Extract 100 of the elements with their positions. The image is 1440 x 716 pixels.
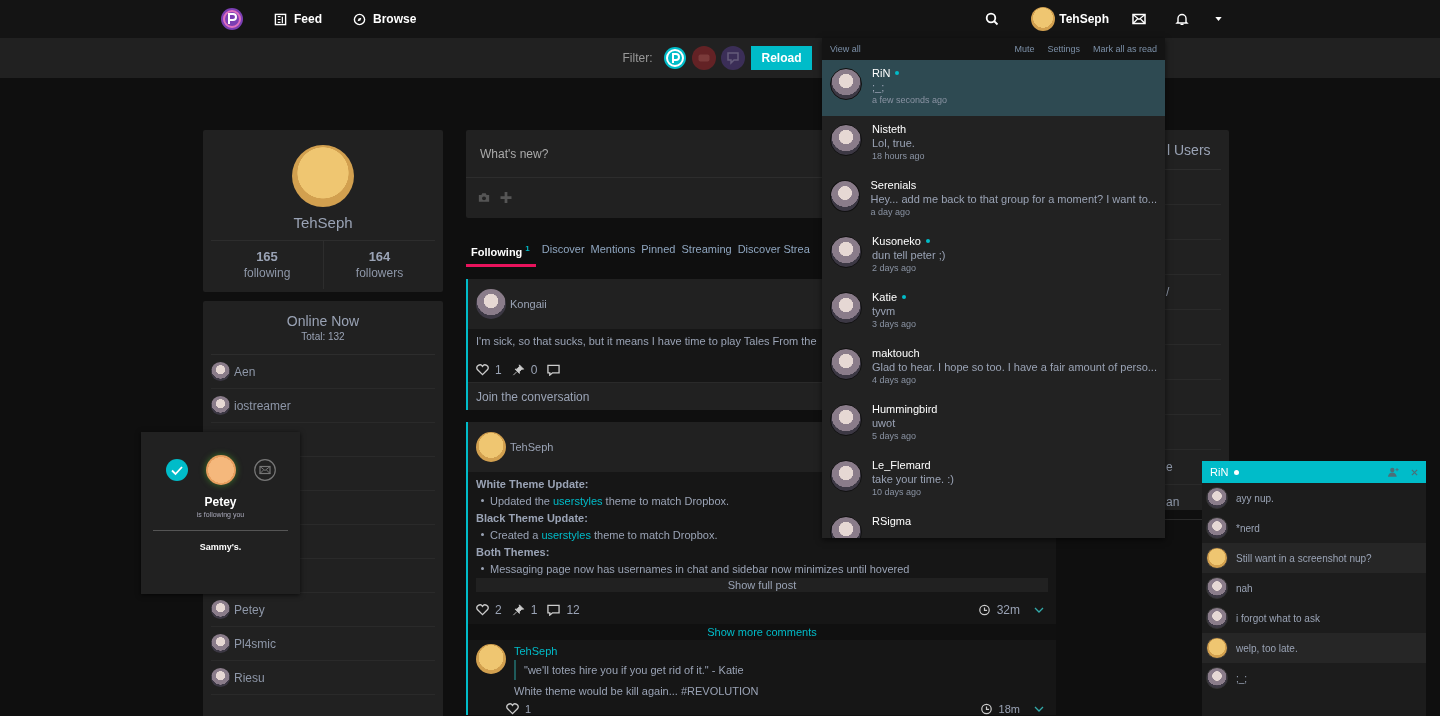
comment-text: White theme would be kill again... #REVOLUTION: [514, 684, 760, 698]
author-avatar: [476, 432, 506, 462]
heart-icon[interactable]: [476, 604, 489, 616]
message-text: *nerd: [1236, 522, 1260, 534]
search-icon[interactable]: [985, 12, 1000, 26]
site-filter-icon[interactable]: [663, 46, 688, 70]
post-time: 32m: [996, 603, 1020, 617]
section-heading: Black Theme Update:: [476, 511, 588, 526]
mark-all-read-link[interactable]: Mark all as read: [1092, 44, 1157, 54]
pin-icon[interactable]: [511, 364, 525, 376]
caret-icon[interactable]: [1215, 17, 1222, 21]
sender-name: Le_Flemard: [872, 459, 931, 471]
mute-link[interactable]: Mute: [1014, 44, 1035, 54]
feed-tab[interactable]: Pinned: [641, 242, 676, 264]
commenter-name[interactable]: TehSeph: [514, 644, 1048, 658]
sender-name: Katie: [872, 291, 898, 303]
comment-time: 18m: [998, 702, 1020, 715]
stat-count: 165: [256, 249, 278, 264]
user-name[interactable]: Aen: [234, 364, 256, 379]
like-count: 2: [495, 603, 502, 617]
sender-name: Kusoneko: [872, 235, 921, 247]
bell-icon[interactable]: [1175, 12, 1189, 26]
view-all-link[interactable]: View all: [830, 44, 861, 54]
comment-icon[interactable]: [547, 364, 561, 376]
message-item[interactable]: Le_Flemard take your time. :) 10 days ago: [822, 452, 1165, 508]
compass-icon[interactable]: [353, 12, 366, 26]
nav-link[interactable]: Feed: [274, 12, 322, 26]
user-name[interactable]: e: [1166, 460, 1173, 474]
user-name[interactable]: /: [1166, 285, 1170, 299]
author-name[interactable]: TehSeph: [510, 441, 554, 453]
pin-icon[interactable]: [511, 604, 525, 616]
message-preview: Lol, true.: [872, 137, 916, 149]
message-preview: Hey... add me back to that group for a moment? I want to...: [870, 193, 1157, 205]
nav-link[interactable]: Browse: [353, 12, 417, 26]
user-avatar: [211, 396, 230, 415]
sender-avatar: [830, 460, 862, 492]
comment-icon[interactable]: [547, 604, 561, 616]
logo-icon[interactable]: [220, 7, 244, 31]
message-time: a day ago: [870, 207, 911, 217]
user-name[interactable]: Pl4smic: [234, 636, 276, 651]
feed-tab[interactable]: Following $^{1}$: [466, 242, 536, 267]
message-preview: dun tell peter ;): [872, 249, 946, 261]
message-time: 5 days ago: [872, 431, 918, 441]
message-item[interactable]: Katie tyvm 3 days ago: [822, 284, 1165, 340]
user-name[interactable]: TehSeph: [1059, 12, 1109, 26]
message-text: i forgot what to ask: [1236, 612, 1320, 624]
newspaper-icon[interactable]: [274, 12, 287, 26]
online-total: Total: 132: [211, 331, 435, 355]
post-text: I'm sick, so that sucks, but it means I have time to play Tales From the: [475, 334, 818, 349]
user-name[interactable]: Petey: [234, 602, 265, 617]
stat-label: followers: [355, 266, 404, 280]
heart-icon[interactable]: [506, 702, 519, 715]
chevron-down-icon[interactable]: [1034, 705, 1044, 712]
clock-icon: [977, 604, 991, 616]
comment-count: 12: [566, 603, 580, 617]
userstyles-link[interactable]: userstyles: [541, 529, 591, 541]
message-time: 10 days ago: [872, 487, 923, 497]
check-icon[interactable]: [165, 459, 188, 481]
user-name[interactable]: iostreamer: [234, 398, 291, 413]
user-avatar: [211, 668, 230, 687]
sender-name: RSigma: [872, 515, 912, 527]
settings-link[interactable]: Settings: [1047, 44, 1080, 54]
sender-avatar: [830, 68, 862, 100]
message-preview: Glad to hear. I hope so too. I have a fair amount of perso...: [872, 361, 1157, 373]
like-count: 1: [525, 702, 532, 715]
pin-count: 1: [530, 603, 538, 617]
filter-label: Filter:: [622, 51, 653, 65]
message-item[interactable]: Kusoneko dun tell peter ;) 2 days ago: [822, 228, 1165, 284]
show-full-post-button[interactable]: Show full post: [476, 578, 1048, 592]
user-avatar: [211, 600, 230, 619]
chevron-down-icon[interactable]: [1034, 607, 1044, 613]
user-name[interactable]: Riesu: [234, 670, 265, 685]
user-avatar: [211, 634, 230, 653]
author-name[interactable]: Kongaii: [510, 298, 547, 310]
message-time: 3 days ago: [872, 319, 917, 329]
sender-avatar: [830, 124, 862, 156]
user-avatar[interactable]: [1031, 7, 1056, 31]
message-time: 18 hours ago: [872, 151, 925, 161]
message-preview: tyvm: [872, 305, 897, 317]
author-avatar: [476, 289, 506, 319]
sender-name: RiN: [872, 67, 891, 79]
follower-name[interactable]: Petey: [204, 495, 237, 509]
heart-icon[interactable]: [476, 364, 489, 376]
online-title: Online Now: [285, 313, 361, 329]
message-text: ;_;: [1236, 672, 1248, 684]
sender-avatar: [830, 348, 862, 380]
userstyles-link[interactable]: userstyles: [553, 495, 603, 507]
feed-tab[interactable]: Streaming: [681, 242, 732, 264]
profile-name[interactable]: TehSeph: [293, 214, 353, 231]
user-name[interactable]: an: [1166, 495, 1180, 509]
clock-icon: [979, 702, 993, 715]
feed-tab[interactable]: Mentions: [590, 242, 636, 264]
show-more-comments-link[interactable]: Show more comments: [468, 624, 1056, 640]
message-item[interactable]: RiN ;_; a few seconds ago: [822, 60, 1165, 116]
section-heading: Both Themes:: [476, 545, 550, 560]
follower-avatar: [205, 455, 236, 485]
message-item[interactable]: RSigma: [822, 508, 1165, 538]
quote-text: "we'll totes hire you if you get rid of it." - Katie: [514, 660, 1048, 680]
feed-tab[interactable]: Discover: [541, 242, 585, 264]
feed-tab[interactable]: Discover Strea: [737, 242, 810, 264]
